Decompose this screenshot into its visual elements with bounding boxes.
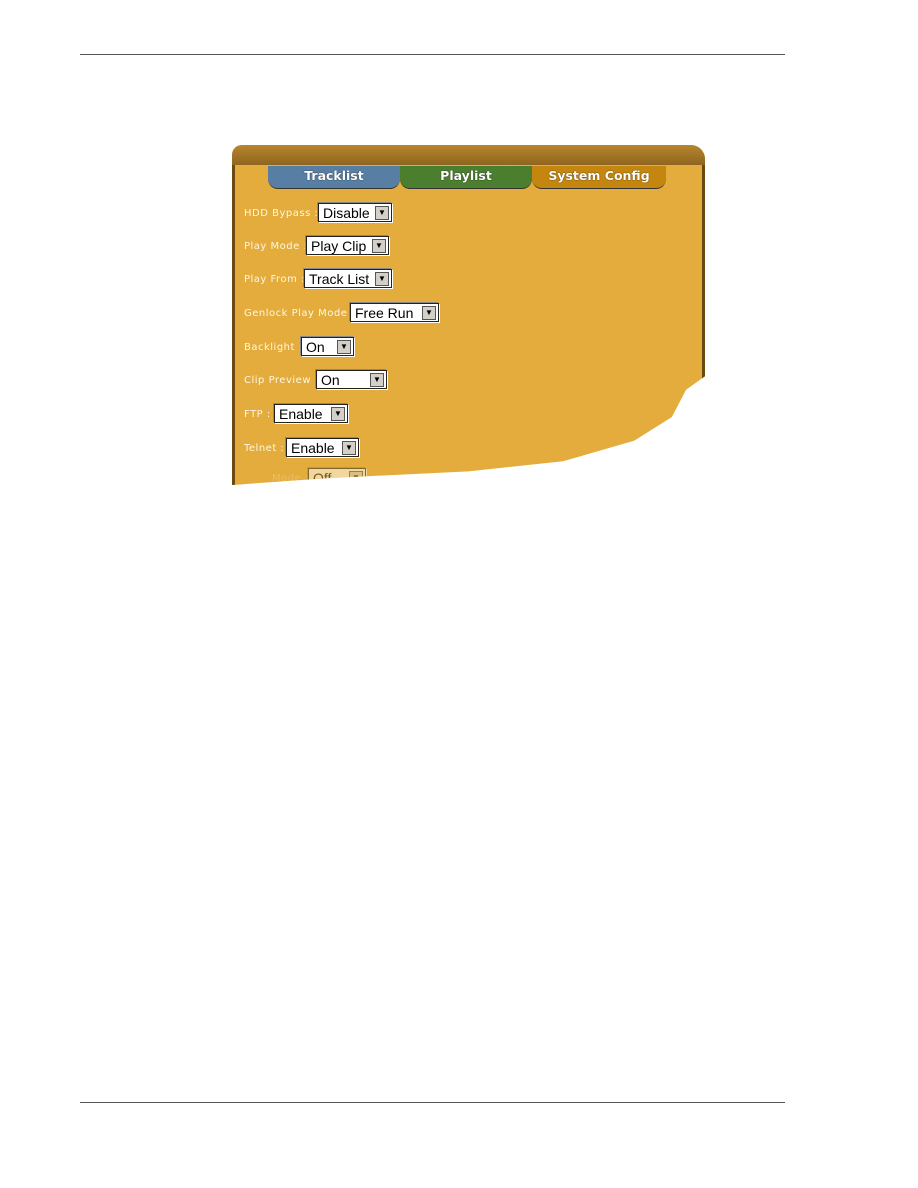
field-label: Clip Preview :	[244, 375, 319, 386]
field-select[interactable]: Enable ▼	[286, 438, 359, 457]
chevron-down-icon[interactable]: ▼	[370, 373, 384, 387]
panel-header	[232, 145, 705, 165]
field-label: Backlight :	[244, 342, 303, 353]
panel-border	[702, 165, 705, 380]
system-config-screenshot: Tracklist Playlist System Config HDD Byp…	[232, 145, 705, 485]
field-label: Mode :	[272, 473, 309, 484]
panel-border	[232, 165, 235, 485]
field-select[interactable]: Disable ▼	[318, 203, 392, 222]
chevron-down-icon[interactable]: ▼	[375, 206, 389, 220]
select-value: Play Clip	[311, 238, 367, 254]
tab-system-config[interactable]: System Config	[532, 166, 666, 189]
field-label: HDD Bypass :	[244, 208, 319, 219]
chevron-down-icon[interactable]: ▼	[331, 407, 345, 421]
field-select[interactable]: Enable ▼	[274, 404, 348, 423]
select-value: Enable	[279, 406, 323, 422]
select-value: Off	[313, 470, 332, 485]
field-label: Play Mode :	[244, 241, 308, 252]
select-value: On	[321, 372, 340, 388]
select-value: Free Run	[355, 305, 414, 321]
field-select[interactable]: On ▼	[301, 337, 354, 356]
document-page: Tracklist Playlist System Config HDD Byp…	[0, 0, 918, 1188]
field-label: Telnet :	[244, 443, 285, 454]
select-value: Enable	[291, 440, 335, 456]
field-select[interactable]: Track List ▼	[304, 269, 392, 288]
chevron-down-icon[interactable]: ▼	[372, 239, 386, 253]
field-select[interactable]: Off ▼	[308, 468, 366, 485]
chevron-down-icon[interactable]: ▼	[422, 306, 436, 320]
chevron-down-icon[interactable]: ▼	[375, 272, 389, 286]
chevron-down-icon[interactable]: ▼	[342, 441, 356, 455]
field-select[interactable]: On ▼	[316, 370, 387, 389]
field-label: Play From :	[244, 274, 305, 285]
tab-playlist[interactable]: Playlist	[400, 166, 532, 189]
field-select[interactable]: Free Run ▼	[350, 303, 439, 322]
select-value: On	[306, 339, 325, 355]
footer-rule	[80, 1102, 785, 1103]
tab-tracklist[interactable]: Tracklist	[268, 166, 400, 189]
header-rule	[80, 54, 785, 55]
select-value: Disable	[323, 205, 370, 221]
field-select[interactable]: Play Clip ▼	[306, 236, 389, 255]
select-value: Track List	[309, 271, 370, 287]
chevron-down-icon[interactable]: ▼	[349, 471, 363, 485]
chevron-down-icon[interactable]: ▼	[337, 340, 351, 354]
field-label: FTP :	[244, 409, 271, 420]
field-label: Genlock Play Mode :	[244, 308, 355, 319]
